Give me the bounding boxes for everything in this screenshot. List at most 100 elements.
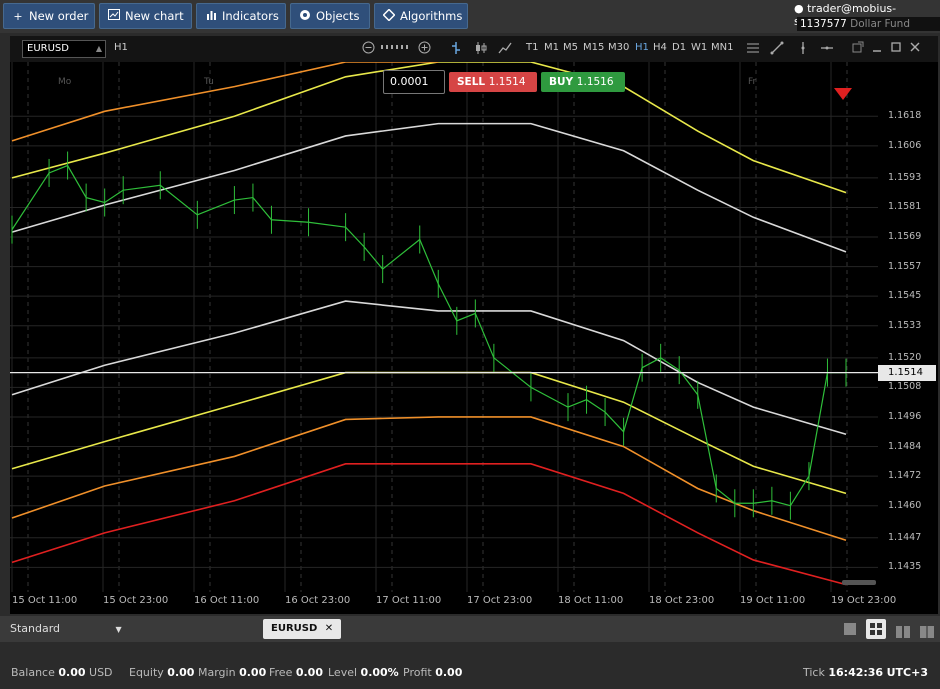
free-value: 0.00	[295, 666, 323, 679]
profit-stat: Profit 0.00	[403, 666, 462, 679]
day-label: Tu	[203, 77, 214, 87]
candlestick-icon[interactable]	[474, 41, 488, 58]
balance-label: Balance	[11, 666, 55, 679]
period-mn1[interactable]: MN1	[711, 42, 733, 53]
equity-stat: Equity 0.00	[129, 666, 194, 679]
bar-chart-type-icon[interactable]	[450, 41, 462, 58]
new-order-button[interactable]: + New order	[3, 3, 95, 29]
period-h1[interactable]: H1	[635, 42, 649, 53]
zoom-in-icon[interactable]	[418, 41, 431, 57]
layout-columns-icon[interactable]	[896, 623, 910, 642]
workspace-bar: Standard ▼ EURUSD ✕	[0, 616, 940, 642]
period-h4[interactable]: H4	[653, 42, 667, 53]
fibonacci-icon[interactable]	[746, 41, 760, 58]
time-tick-label: 18 Oct 23:00	[649, 595, 715, 606]
margin-stat: Margin 0.00	[198, 666, 266, 679]
period-m5[interactable]: M5	[563, 42, 578, 53]
layout-custom-icon[interactable]	[920, 623, 934, 642]
profit-label: Profit	[403, 666, 432, 679]
vertical-line-icon[interactable]	[796, 41, 810, 58]
profit-value: 0.00	[435, 666, 463, 679]
tick-stat: Tick 16:42:36 UTC+3	[803, 666, 928, 679]
period-d1[interactable]: D1	[672, 42, 686, 53]
day-label: Fr	[748, 77, 757, 87]
price-tick-label: 1.1435	[888, 561, 922, 573]
day-label: Mo	[58, 77, 72, 87]
current-price-tag: 1.1514	[878, 364, 936, 381]
detach-icon[interactable]	[852, 41, 864, 56]
sell-button[interactable]: SELL 1.1514	[449, 72, 537, 92]
equity-label: Equity	[129, 666, 164, 679]
account-number: 1137577	[800, 18, 847, 30]
objects-label: Objects	[316, 9, 360, 23]
chart-tab-eurusd[interactable]: EURUSD ✕	[263, 619, 342, 639]
line-chart-icon[interactable]	[498, 41, 512, 58]
layout-grid-icon[interactable]	[866, 619, 886, 639]
time-tick-label: 17 Oct 23:00	[467, 595, 533, 606]
timezone-selector[interactable]: UTC+3	[887, 666, 928, 679]
time-tick-label: 15 Oct 11:00	[12, 595, 78, 606]
time-axis[interactable]: 15 Oct 11:00 15 Oct 23:00 16 Oct 11:00 16 O…	[10, 592, 896, 614]
price-axis[interactable]: 1.1618 1.1606 1.1593 1.1581 1.1569 1.1557 1.15…	[878, 62, 938, 592]
price-tick-label: 1.1520	[888, 351, 922, 363]
price-tick-label: 1.1593	[888, 171, 922, 183]
lot-size-input[interactable]: 0.0001	[383, 70, 445, 94]
timeframe-label: H1	[114, 42, 128, 53]
period-w1[interactable]: W1	[691, 42, 707, 53]
price-tick-label: 1.1606	[888, 139, 922, 151]
price-plot[interactable]: Mo Tu Fr	[10, 62, 878, 592]
bar-chart-icon	[205, 9, 217, 23]
margin-value: 0.00	[239, 666, 267, 679]
price-tick-label: 1.1581	[888, 201, 922, 213]
balance-value: 0.00	[58, 666, 86, 679]
sell-signal-marker	[834, 88, 852, 100]
buy-button[interactable]: BUY 1.1516	[541, 72, 625, 92]
horizontal-line-icon[interactable]	[820, 41, 834, 58]
indicators-button[interactable]: Indicators	[196, 3, 286, 29]
envelope-band-line	[11, 62, 439, 142]
maximize-icon[interactable]	[891, 41, 901, 56]
minimize-icon[interactable]	[872, 41, 882, 56]
trendline-icon[interactable]	[770, 41, 784, 58]
layout-selector[interactable]: Standard ▼	[10, 622, 122, 635]
price-tick-label: 1.1557	[888, 260, 922, 272]
close-icon[interactable]	[910, 41, 920, 56]
tick-label: Tick	[803, 666, 825, 679]
level-label: Level	[328, 666, 358, 679]
margin-label: Margin	[198, 666, 236, 679]
envelope-band-line	[11, 463, 847, 586]
indicators-label: Indicators	[222, 9, 279, 23]
period-m15[interactable]: M15	[583, 42, 604, 53]
period-m30[interactable]: M30	[608, 42, 629, 53]
period-t1[interactable]: T1	[526, 42, 538, 53]
objects-icon	[299, 9, 311, 24]
price-tick-label: 1.1447	[888, 531, 922, 543]
algorithms-button[interactable]: Algorithms	[374, 3, 468, 29]
zoom-slider[interactable]	[381, 42, 413, 55]
envelope-band-line	[11, 300, 847, 436]
price-tick-label: 1.1569	[888, 231, 922, 243]
period-m1[interactable]: M1	[544, 42, 559, 53]
price-tick-label: 1.1484	[888, 440, 922, 452]
objects-button[interactable]: Objects	[290, 3, 370, 29]
envelope-band-line	[11, 371, 847, 495]
zoom-out-icon[interactable]	[362, 41, 375, 57]
new-chart-button[interactable]: New chart	[99, 3, 192, 29]
chart-toolbar: EURUSD ▲ H1 T1 M1 M5 M15 M30 H1 H4 D1 W1 MN1	[10, 36, 938, 62]
buy-price: 1.1516	[576, 76, 614, 88]
plus-icon: +	[13, 9, 23, 23]
spinner-icon: ▲	[95, 44, 102, 53]
price-tick-label: 1.1460	[888, 499, 922, 511]
layout-single-icon[interactable]	[844, 623, 856, 635]
horizontal-scrollbar[interactable]	[842, 580, 876, 585]
sell-price: 1.1514	[488, 76, 526, 88]
time-tick-label: 19 Oct 11:00	[740, 595, 806, 606]
diamond-icon	[382, 7, 396, 24]
price-tick-label: 1.1533	[888, 319, 922, 331]
account-selector[interactable]: 1137577 Dollar Fund	[797, 17, 940, 31]
buy-label: BUY	[549, 76, 574, 88]
chart-tab-label: EURUSD	[271, 623, 318, 634]
price-series	[11, 164, 846, 507]
symbol-selector[interactable]: EURUSD ▲	[22, 40, 106, 58]
close-tab-icon[interactable]: ✕	[325, 623, 333, 634]
